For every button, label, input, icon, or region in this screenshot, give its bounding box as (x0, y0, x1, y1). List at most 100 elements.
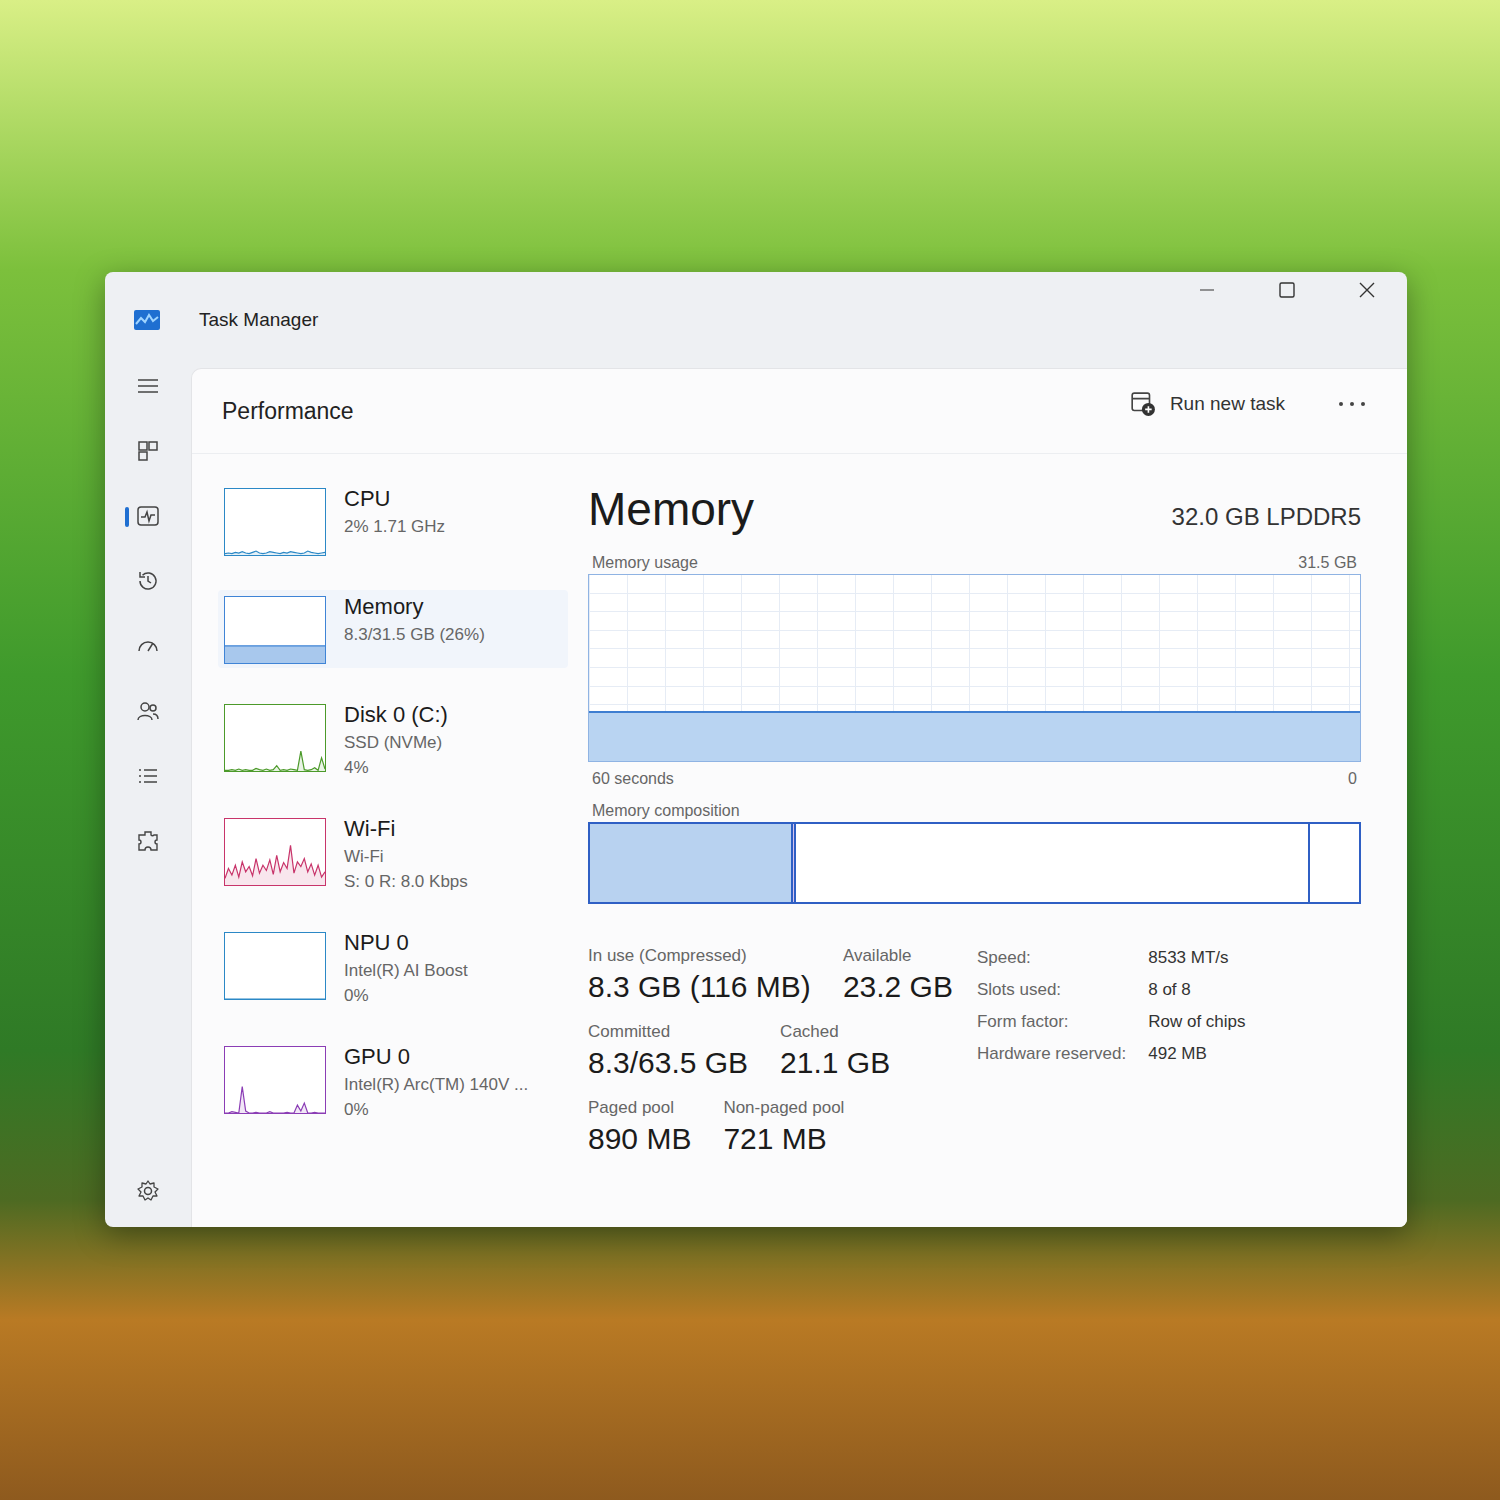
perf-item-detail: 8.3/31.5 GB (26%) (344, 625, 485, 645)
window-controls (1167, 272, 1407, 300)
processes-icon (136, 439, 160, 463)
thumbnail-line (225, 645, 325, 646)
thumbnail-plot (225, 597, 325, 663)
perf-item-text: CPU2% 1.71 GHz (344, 486, 445, 537)
header-actions: Run new task (1130, 391, 1367, 431)
nav-item[interactable] (105, 699, 191, 723)
more-options-icon[interactable] (1337, 400, 1367, 408)
minimize-icon[interactable] (1167, 280, 1247, 300)
perf-item[interactable]: Wi-FiWi-FiS: 0 R: 8.0 Kbps (218, 812, 568, 896)
thumbnail-area (225, 751, 325, 771)
perf-item[interactable]: GPU 0Intel(R) Arc(TM) 140V ...0% (218, 1040, 568, 1124)
run-new-task-button[interactable]: Run new task (1130, 391, 1285, 417)
users-icon (136, 699, 160, 723)
stat: In use (Compressed)8.3 GB (116 MB) (588, 946, 811, 1004)
perf-item[interactable]: CPU2% 1.71 GHz (218, 482, 568, 560)
perf-item[interactable]: Memory8.3/31.5 GB (26%) (218, 590, 568, 668)
perf-item-name: NPU 0 (344, 930, 468, 956)
history-icon (136, 569, 160, 593)
perf-item-detail: S: 0 R: 8.0 Kbps (344, 872, 468, 892)
perf-item-name: GPU 0 (344, 1044, 528, 1070)
thumbnail-plot (225, 933, 325, 999)
usage-line (589, 711, 1360, 713)
spec-table: Speed:8533 MT/sSlots used:8 of 8Form fac… (977, 946, 1246, 1156)
main-panel: Performance Run new task CPU2% 1.71 GHz Mem… (191, 368, 1407, 1227)
composition-segment[interactable] (590, 824, 793, 902)
thumbnail-chart (224, 818, 326, 886)
spec-value: 8533 MT/s (1148, 948, 1245, 968)
maximize-icon[interactable] (1247, 280, 1327, 300)
stat: Committed8.3/63.5 GB (588, 1022, 748, 1080)
composition-segment[interactable] (1310, 824, 1359, 902)
stat: Paged pool 890 MB (588, 1098, 691, 1156)
perf-item-detail: Intel(R) AI Boost (344, 961, 468, 981)
close-icon[interactable] (1327, 280, 1407, 300)
window-title: Task Manager (199, 309, 318, 331)
stat-label: Non-paged pool (723, 1098, 844, 1118)
perf-item-text: NPU 0 Intel(R) AI Boost 0% (344, 930, 468, 1006)
nav-item[interactable] (105, 439, 191, 463)
usage-area (589, 712, 1360, 761)
stat-row: Committed8.3/63.5 GB Cached21.1 GB (588, 1022, 953, 1080)
perf-item-detail: Intel(R) Arc(TM) 140V ... (344, 1075, 528, 1095)
nav-item[interactable] (105, 504, 191, 528)
thumbnail-chart (224, 488, 326, 556)
thumbnail-chart (224, 596, 326, 664)
time-label: 60 seconds (592, 770, 674, 788)
nav-item[interactable] (105, 764, 191, 788)
hamburger-icon[interactable] (136, 374, 160, 398)
stat-value: 890 MB (588, 1122, 691, 1156)
nav-item[interactable] (105, 634, 191, 658)
settings-gear-icon[interactable] (136, 1179, 160, 1203)
task-manager-icon (133, 309, 161, 331)
thumbnail-line (225, 1087, 325, 1113)
detail-title: Memory (588, 482, 754, 536)
composition-label: Memory composition (592, 802, 740, 820)
selection-indicator (125, 507, 129, 527)
stat: Non-paged pool721 MB (723, 1098, 844, 1156)
performance-icon (136, 504, 160, 528)
usage-axis-labels: 60 seconds 0 (588, 762, 1361, 790)
nav-item[interactable] (105, 829, 191, 853)
perf-item-detail: Wi-Fi (344, 847, 468, 867)
thumbnail-area (225, 845, 325, 885)
thumbnail-chart (224, 704, 326, 772)
stat-row: In use (Compressed)8.3 GB (116 MB)Availa… (588, 946, 953, 1004)
perf-item-text: Wi-FiWi-FiS: 0 R: 8.0 Kbps (344, 816, 468, 892)
memory-stats: In use (Compressed)8.3 GB (116 MB)Availa… (588, 946, 1361, 1156)
stats-grid: In use (Compressed)8.3 GB (116 MB)Availa… (588, 946, 953, 1156)
memory-detail: Memory32.0 GB LPDDR5Memory usage31.5 GB6… (588, 482, 1361, 1227)
zero-label: 0 (1348, 770, 1357, 788)
perf-item[interactable]: NPU 0 Intel(R) AI Boost 0% (218, 926, 568, 1010)
usage-max-label: 31.5 GB (1298, 554, 1357, 572)
details-icon (136, 764, 160, 788)
thumbnail-plot (225, 705, 325, 771)
spec-label: Hardware reserved: (977, 1044, 1126, 1064)
run-task-label: Run new task (1170, 393, 1285, 415)
perf-item-name: Disk 0 (C:) (344, 702, 448, 728)
perf-item-detail: 0% (344, 986, 468, 1006)
composition-segment[interactable] (796, 824, 1310, 902)
startup-icon (136, 634, 160, 658)
stat-value: 8.3 GB (116 MB) (588, 970, 811, 1004)
thumbnail-chart (224, 932, 326, 1000)
page-title: Performance (222, 398, 354, 425)
performance-content: CPU2% 1.71 GHzMemory8.3/31.5 GB (26%)Dis… (192, 454, 1407, 1227)
detail-header: Memory32.0 GB LPDDR5 (588, 482, 1361, 546)
nav-item[interactable] (105, 569, 191, 593)
thumbnail-area (225, 1087, 325, 1113)
run-task-icon (1130, 391, 1156, 417)
thumbnail-area (225, 999, 325, 1000)
usage-plot (589, 575, 1360, 761)
perf-item-text: Memory8.3/31.5 GB (26%) (344, 594, 485, 645)
perf-item-detail: SSD (NVMe) (344, 733, 448, 753)
stat: Cached21.1 GB (780, 1022, 890, 1080)
thumbnail-plot (225, 819, 325, 885)
perf-item[interactable]: Disk 0 (C:)SSD (NVMe)4% (218, 698, 568, 782)
memory-composition-bar (588, 822, 1361, 904)
stat-label: Paged pool (588, 1098, 691, 1118)
thumbnail-plot (225, 489, 325, 555)
perf-item-text: Disk 0 (C:)SSD (NVMe)4% (344, 702, 448, 778)
nav-rail (105, 368, 191, 1227)
services-icon (136, 829, 160, 853)
